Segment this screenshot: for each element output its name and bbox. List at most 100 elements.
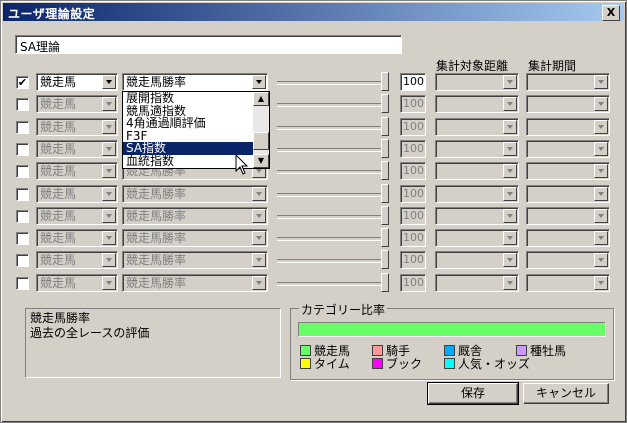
row-enable-checkbox[interactable]: [16, 142, 29, 156]
distance-select[interactable]: [435, 206, 519, 225]
factor-select[interactable]: 競走馬勝率: [122, 184, 268, 203]
chevron-down-icon[interactable]: [102, 253, 116, 268]
distance-select[interactable]: [435, 95, 519, 114]
period-select[interactable]: [526, 139, 610, 158]
period-select[interactable]: [526, 273, 610, 292]
chevron-down-icon[interactable]: [594, 231, 608, 246]
distance-select[interactable]: [435, 73, 519, 91]
weight-slider-thumb[interactable]: [381, 272, 389, 296]
chevron-down-icon[interactable]: [102, 75, 116, 89]
chevron-down-icon[interactable]: [503, 208, 517, 223]
weight-slider-track[interactable]: [277, 192, 387, 197]
close-icon[interactable]: X: [602, 5, 620, 21]
chevron-down-icon[interactable]: [503, 275, 517, 290]
category-select[interactable]: 競走馬: [36, 95, 118, 114]
chevron-down-icon[interactable]: [503, 231, 517, 246]
weight-slider-track[interactable]: [277, 214, 387, 219]
chevron-down-icon[interactable]: [594, 141, 608, 156]
scroll-up-icon[interactable]: ▲: [253, 92, 269, 106]
chevron-down-icon[interactable]: [503, 75, 517, 89]
chevron-down-icon[interactable]: [102, 186, 116, 201]
weight-value-input[interactable]: 100: [400, 73, 426, 91]
distance-select[interactable]: [435, 251, 519, 270]
factor-select[interactable]: 競走馬勝率: [122, 273, 268, 292]
chevron-down-icon[interactable]: [102, 208, 116, 223]
weight-value-input[interactable]: 100: [400, 95, 426, 114]
factor-select[interactable]: 競走馬勝率: [122, 229, 268, 248]
distance-select[interactable]: [435, 162, 519, 181]
period-select[interactable]: [526, 229, 610, 248]
category-select[interactable]: 競走馬: [36, 73, 118, 91]
chevron-down-icon[interactable]: [594, 253, 608, 268]
chevron-down-icon[interactable]: [594, 75, 608, 89]
weight-slider-track[interactable]: [277, 103, 387, 108]
period-select[interactable]: [526, 73, 610, 91]
dropdown-scrollbar[interactable]: ▲ ▼: [253, 92, 269, 168]
row-enable-checkbox[interactable]: [16, 232, 29, 246]
chevron-down-icon[interactable]: [252, 75, 266, 89]
factor-select[interactable]: 競走馬勝率: [122, 73, 268, 91]
chevron-down-icon[interactable]: [252, 253, 266, 268]
chevron-down-icon[interactable]: [102, 119, 116, 134]
chevron-down-icon[interactable]: [594, 164, 608, 179]
weight-slider-thumb[interactable]: [381, 250, 389, 274]
dropdown-option[interactable]: 展開指数: [123, 92, 269, 105]
chevron-down-icon[interactable]: [102, 141, 116, 156]
category-select[interactable]: 競走馬: [36, 184, 118, 203]
chevron-down-icon[interactable]: [503, 186, 517, 201]
dropdown-option[interactable]: SA指数: [123, 142, 269, 155]
weight-slider-thumb[interactable]: [381, 72, 389, 95]
category-select[interactable]: 競走馬: [36, 273, 118, 292]
scroll-thumb[interactable]: [253, 132, 269, 150]
distance-select[interactable]: [435, 273, 519, 292]
scroll-down-icon[interactable]: ▼: [253, 154, 269, 168]
distance-select[interactable]: [435, 229, 519, 248]
weight-value-input[interactable]: 100: [400, 273, 426, 292]
row-enable-checkbox[interactable]: [16, 120, 29, 134]
period-select[interactable]: [526, 184, 610, 203]
weight-slider-thumb[interactable]: [381, 183, 389, 207]
category-select[interactable]: 競走馬: [36, 162, 118, 181]
chevron-down-icon[interactable]: [503, 164, 517, 179]
category-select[interactable]: 競走馬: [36, 251, 118, 270]
distance-select[interactable]: [435, 139, 519, 158]
weight-slider-track[interactable]: [277, 147, 387, 152]
weight-slider-thumb[interactable]: [381, 116, 389, 140]
chevron-down-icon[interactable]: [503, 119, 517, 134]
weight-slider-thumb[interactable]: [381, 205, 389, 229]
weight-slider-thumb[interactable]: [381, 138, 389, 162]
chevron-down-icon[interactable]: [102, 275, 116, 290]
dropdown-option[interactable]: 4角通過順評価: [123, 117, 269, 130]
weight-value-input[interactable]: 100: [400, 229, 426, 248]
chevron-down-icon[interactable]: [503, 141, 517, 156]
period-select[interactable]: [526, 206, 610, 225]
weight-slider-track[interactable]: [277, 170, 387, 175]
weight-value-input[interactable]: 100: [400, 162, 426, 181]
weight-slider-thumb[interactable]: [381, 94, 389, 118]
category-select[interactable]: 競走馬: [36, 206, 118, 225]
weight-slider-track[interactable]: [277, 125, 387, 130]
chevron-down-icon[interactable]: [594, 97, 608, 112]
weight-slider-track[interactable]: [277, 237, 387, 242]
chevron-down-icon[interactable]: [102, 97, 116, 112]
factor-select[interactable]: 競走馬勝率: [122, 206, 268, 225]
chevron-down-icon[interactable]: [252, 208, 266, 223]
weight-slider-track[interactable]: [277, 281, 387, 286]
weight-slider-thumb[interactable]: [381, 228, 389, 252]
chevron-down-icon[interactable]: [503, 97, 517, 112]
title-bar[interactable]: ユーザ理論設定 X: [3, 3, 624, 21]
distance-select[interactable]: [435, 184, 519, 203]
weight-value-input[interactable]: 100: [400, 184, 426, 203]
row-enable-checkbox[interactable]: [16, 209, 29, 223]
chevron-down-icon[interactable]: [252, 186, 266, 201]
chevron-down-icon[interactable]: [252, 231, 266, 246]
weight-value-input[interactable]: 100: [400, 117, 426, 136]
chevron-down-icon[interactable]: [594, 119, 608, 134]
weight-slider-track[interactable]: [277, 81, 387, 85]
theory-name-input[interactable]: SA理論: [15, 35, 402, 54]
period-select[interactable]: [526, 95, 610, 114]
period-select[interactable]: [526, 117, 610, 136]
weight-value-input[interactable]: 100: [400, 139, 426, 158]
chevron-down-icon[interactable]: [102, 231, 116, 246]
period-select[interactable]: [526, 251, 610, 270]
